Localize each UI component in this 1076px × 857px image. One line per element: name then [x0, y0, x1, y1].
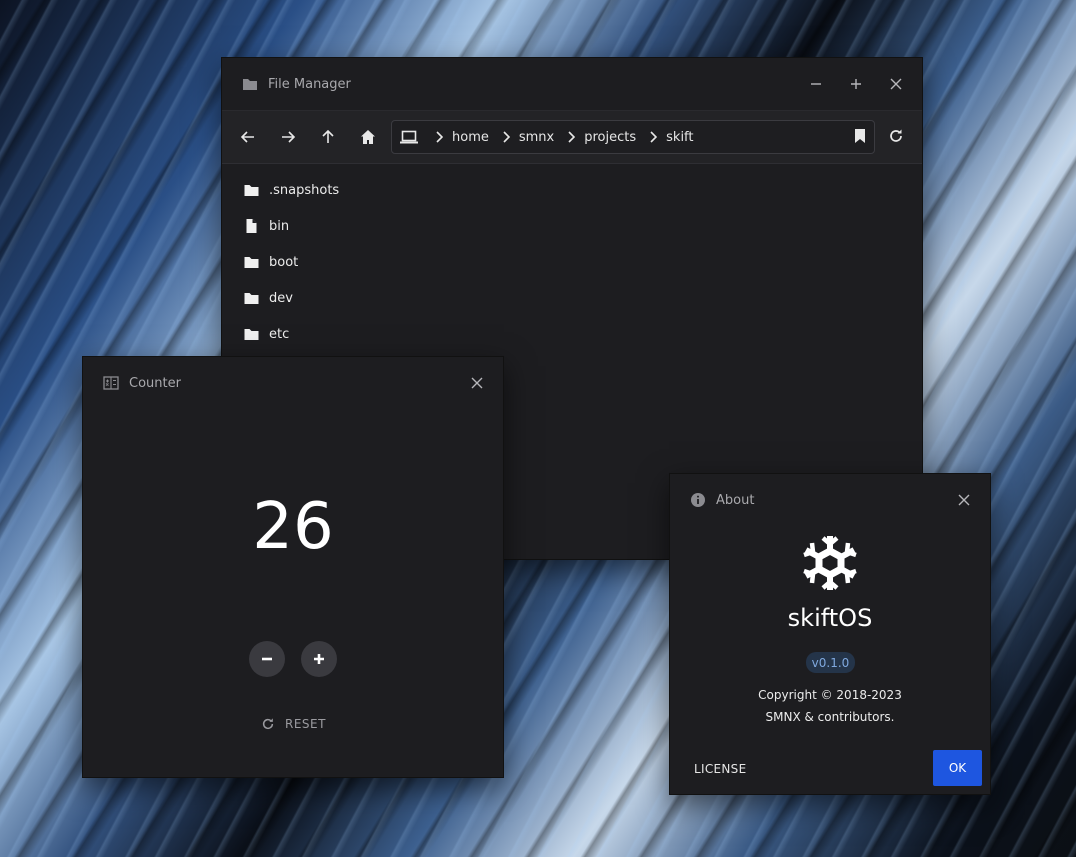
home-button[interactable]	[348, 117, 388, 157]
file-manager-toolbar: home smnx projects skift	[222, 110, 922, 164]
about-window: About skiftOS v0.1.0 Copyright © 2018-20…	[669, 473, 991, 795]
about-titlebar[interactable]: About	[670, 474, 990, 526]
forward-button[interactable]	[268, 117, 308, 157]
counter-titlebar[interactable]: Counter	[83, 357, 503, 409]
laptop-icon[interactable]	[400, 129, 420, 145]
app-name: skiftOS	[787, 604, 873, 632]
chevron-right-icon	[430, 128, 448, 146]
window-title: About	[716, 492, 755, 508]
list-item[interactable]: boot	[222, 244, 922, 280]
arrow-left-icon	[240, 131, 254, 143]
window-title: Counter	[129, 375, 181, 391]
list-item[interactable]: .snapshots	[222, 172, 922, 208]
close-button[interactable]	[882, 70, 910, 98]
close-button[interactable]	[950, 486, 978, 514]
counter-window: Counter 26 RESET	[82, 356, 504, 778]
file-name: etc	[269, 326, 290, 342]
chevron-right-icon	[644, 128, 662, 146]
breadcrumb-item[interactable]: skift	[666, 130, 693, 145]
refresh-icon	[890, 129, 902, 142]
folder-icon	[242, 325, 260, 343]
reset-label: RESET	[285, 717, 326, 731]
info-icon	[690, 492, 706, 508]
back-button[interactable]	[228, 117, 268, 157]
refresh-button[interactable]	[876, 116, 916, 156]
calculator-icon	[103, 375, 119, 391]
breadcrumb-item[interactable]: projects	[584, 130, 636, 145]
ok-button[interactable]: OK	[933, 750, 982, 786]
list-item[interactable]: etc	[222, 316, 922, 352]
file-manager-titlebar[interactable]: File Manager	[222, 58, 922, 110]
arrow-right-icon	[282, 131, 296, 143]
version-badge: v0.1.0	[806, 652, 855, 673]
copyright-text: Copyright © 2018-2023	[758, 688, 902, 702]
window-title: File Manager	[268, 76, 351, 92]
breadcrumb-item[interactable]: smnx	[519, 130, 554, 145]
arrow-up-icon	[322, 129, 334, 143]
chevron-right-icon	[562, 128, 580, 146]
maximize-button[interactable]	[842, 70, 870, 98]
counter-value: 26	[252, 490, 334, 564]
folder-icon	[242, 253, 260, 271]
breadcrumb[interactable]: home smnx projects skift	[391, 120, 875, 154]
home-icon	[361, 130, 375, 144]
file-name: boot	[269, 254, 299, 270]
breadcrumb-item[interactable]: home	[452, 130, 489, 145]
folder-icon	[242, 181, 260, 199]
plus-icon	[314, 654, 324, 664]
list-item[interactable]: bin	[222, 208, 922, 244]
license-button[interactable]: LICENSE	[682, 751, 758, 787]
snowflake-logo-icon	[801, 533, 859, 593]
list-item[interactable]: dev	[222, 280, 922, 316]
file-name: .snapshots	[269, 182, 340, 198]
increment-button[interactable]	[301, 641, 337, 677]
file-name: dev	[269, 290, 293, 306]
reset-icon	[262, 718, 274, 730]
bookmark-icon[interactable]	[854, 128, 866, 148]
close-button[interactable]	[463, 369, 491, 397]
minus-icon	[262, 657, 272, 661]
folder-icon	[242, 76, 258, 92]
file-list: .snapshots bin boot dev etc	[222, 164, 922, 352]
file-name: bin	[269, 218, 290, 234]
decrement-button[interactable]	[249, 641, 285, 677]
up-button[interactable]	[308, 117, 348, 157]
file-icon	[242, 217, 260, 235]
folder-icon	[242, 289, 260, 307]
chevron-right-icon	[497, 128, 515, 146]
minimize-button[interactable]	[802, 70, 830, 98]
contributors-text: SMNX & contributors.	[765, 710, 895, 724]
reset-button[interactable]: RESET	[261, 717, 326, 731]
